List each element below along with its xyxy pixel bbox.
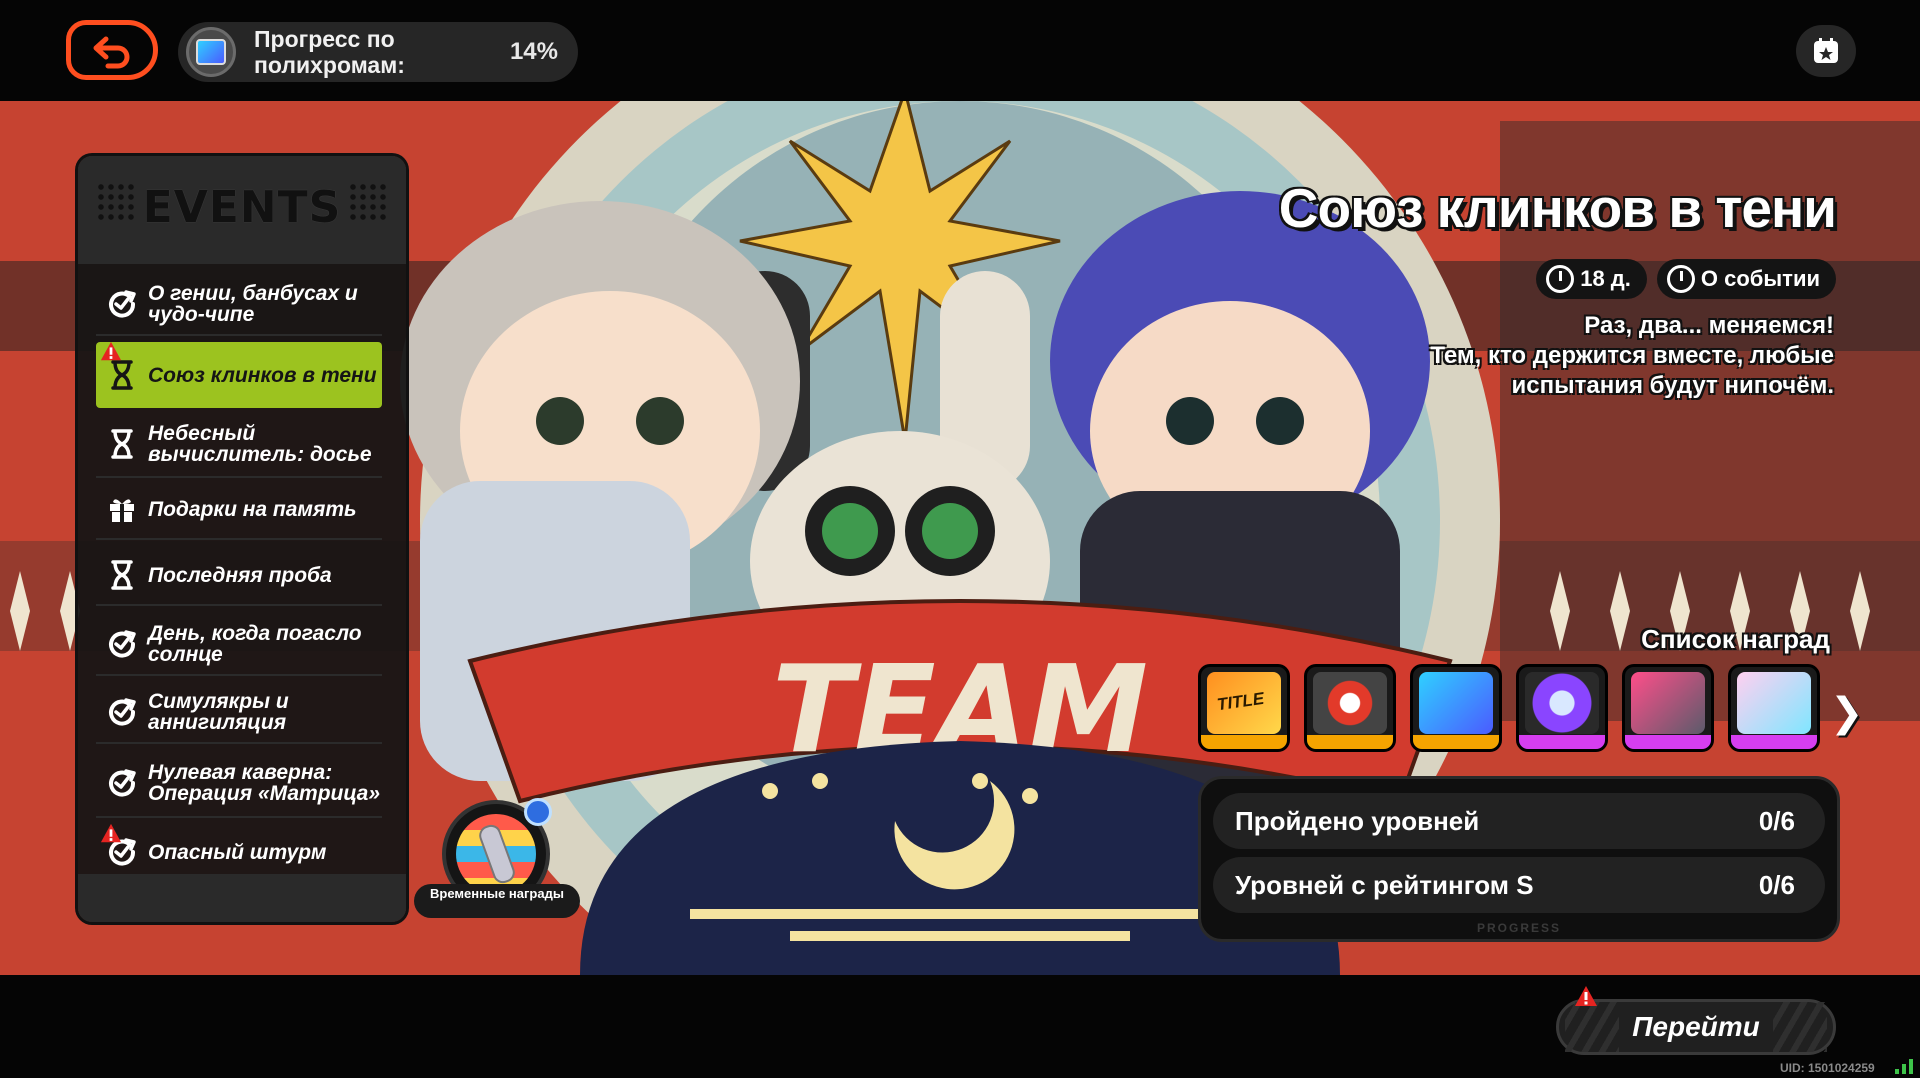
- event-list-item[interactable]: Союз клинков в тени: [96, 341, 382, 408]
- reward-item[interactable]: [1622, 664, 1714, 752]
- disc-icon: [1313, 672, 1387, 734]
- about-event-button[interactable]: О событии: [1656, 259, 1836, 299]
- polychrome-progress[interactable]: Прогресс по полихромам: 14%: [178, 22, 578, 82]
- event-list-item-label: Опасный штурм: [148, 840, 327, 864]
- s-rank-levels-label: Уровней с рейтингом S: [1235, 869, 1534, 900]
- check-arrow-icon: [96, 288, 148, 320]
- events-list[interactable]: О гении, банбусах и чудо-чипе Союз клинко…: [96, 266, 382, 902]
- back-arrow-icon: [93, 36, 130, 69]
- polychrome-progress-value: 14%: [509, 38, 558, 65]
- event-list-item-label: Подарки на память: [148, 497, 357, 521]
- check-arrow-icon: [96, 767, 148, 799]
- event-description: Раз, два... меняемся! Тем, кто держится …: [1134, 311, 1834, 401]
- reward-item-label: TITLE: [1215, 688, 1266, 715]
- event-list-item-label: День, когда погасло солнце: [148, 622, 362, 666]
- event-list-item-label: О гении, банбусах и чудо-чипе: [148, 282, 358, 326]
- polychrome-progress-label: Прогресс по полихромам:: [254, 26, 405, 78]
- event-list-item-label: Нулевая каверна: Операция «Матрица»: [148, 761, 381, 805]
- reward-rarity-bar: [1307, 735, 1393, 749]
- temporary-rewards-label: Временные награды: [414, 884, 580, 918]
- event-duration-text: 18 д.: [1580, 266, 1631, 291]
- alert-icon: [1575, 986, 1597, 1006]
- event-list-item[interactable]: Симулякры и аннигиляция: [96, 682, 382, 744]
- alert-icon: [100, 341, 122, 361]
- info-icon: [1666, 265, 1695, 293]
- event-list-item-label: Последняя проба: [148, 563, 332, 587]
- levels-completed-row: Пройдено уровней 0/6: [1213, 793, 1825, 849]
- event-list-item[interactable]: Нулевая каверна: Операция «Матрица»: [96, 750, 382, 818]
- events-footer: [78, 874, 406, 922]
- gift-icon: [96, 494, 148, 524]
- polychrome-film-icon: [1419, 672, 1493, 734]
- events-panel: EVENTS О гении, банбусах и чудо-чипе Союз…: [78, 156, 406, 922]
- gear-chip-icon: [1525, 672, 1599, 734]
- event-title: Союз клинков в тени: [1278, 177, 1837, 239]
- signal-icon: [1895, 1059, 1913, 1074]
- top-bar: Прогресс по полихромам: 14%: [0, 0, 1920, 101]
- levels-completed-label: Пройдено уровней: [1235, 805, 1480, 836]
- events-header: EVENTS: [78, 156, 406, 264]
- sticker-icon: [1737, 672, 1811, 734]
- event-progress-card: Пройдено уровней 0/6 Уровней с рейтингом…: [1198, 776, 1840, 942]
- event-list-item[interactable]: Последняя проба: [96, 546, 382, 606]
- event-meta: 18 д. О событии: [1536, 259, 1836, 299]
- user-id: UID: 1501024259: [1780, 1061, 1875, 1075]
- calendar-button[interactable]: [1796, 25, 1856, 77]
- calendar-star-icon: [1814, 38, 1838, 63]
- reward-rarity-bar: [1731, 735, 1817, 749]
- clock-icon: [1546, 265, 1575, 293]
- hourglass-icon: [96, 360, 148, 390]
- event-list-item[interactable]: Небесный вычислитель: досье: [96, 412, 382, 478]
- hourglass-icon: [96, 560, 148, 590]
- timer-badge-icon: [524, 798, 552, 826]
- alert-icon: [100, 823, 122, 843]
- event-description-line: Тем, кто держится вместе, любые: [1430, 342, 1834, 369]
- event-list-item[interactable]: День, когда погасло солнце: [96, 614, 382, 676]
- grip-dots-icon: [348, 182, 388, 222]
- reward-rarity-bar: [1519, 735, 1605, 749]
- progress-footer: PROGRESS: [1476, 921, 1561, 935]
- reward-rarity-bar: [1413, 735, 1499, 749]
- reward-item[interactable]: [1728, 664, 1820, 752]
- hourglass-icon: [96, 429, 148, 459]
- event-duration: 18 д.: [1536, 259, 1647, 299]
- event-list-item-label: Союз клинков в тени: [148, 363, 377, 387]
- reward-item[interactable]: TITLE: [1198, 664, 1290, 752]
- polychrome-film-icon: [186, 27, 236, 77]
- s-rank-levels-row: Уровней с рейтингом S 0/6: [1213, 857, 1825, 913]
- go-button[interactable]: Перейти: [1556, 999, 1836, 1055]
- reward-rarity-bar: [1201, 735, 1287, 749]
- event-list-item-label: Симулякры и аннигиляция: [148, 690, 289, 734]
- rewards-next-arrow-icon[interactable]: ❯: [1830, 690, 1864, 736]
- back-button[interactable]: [66, 20, 158, 80]
- temporary-rewards-button[interactable]: Временные награды: [414, 798, 580, 920]
- check-arrow-icon: [96, 628, 148, 660]
- about-event-label: О событии: [1700, 266, 1820, 291]
- title-card-icon: TITLE: [1207, 672, 1281, 734]
- s-rank-levels-value: 0/6: [1758, 869, 1795, 900]
- levels-completed-value: 0/6: [1758, 805, 1795, 836]
- event-list-item[interactable]: О гении, банбусах и чудо-чипе: [96, 274, 382, 336]
- reward-item[interactable]: [1410, 664, 1502, 752]
- event-list-item[interactable]: Подарки на память: [96, 480, 382, 540]
- rewards-list-title: Список наград: [1641, 624, 1830, 654]
- reward-item[interactable]: [1304, 664, 1396, 752]
- event-description-line: испытания будут нипочём.: [1511, 372, 1834, 399]
- tape-reel-icon: [1631, 672, 1705, 734]
- check-arrow-icon: [96, 696, 148, 728]
- go-button-label: Перейти: [1632, 1011, 1760, 1042]
- reward-rarity-bar: [1625, 735, 1711, 749]
- event-description-line: Раз, два... меняемся!: [1584, 312, 1834, 339]
- event-list-item-label: Небесный вычислитель: досье: [148, 422, 372, 466]
- reward-item[interactable]: [1516, 664, 1608, 752]
